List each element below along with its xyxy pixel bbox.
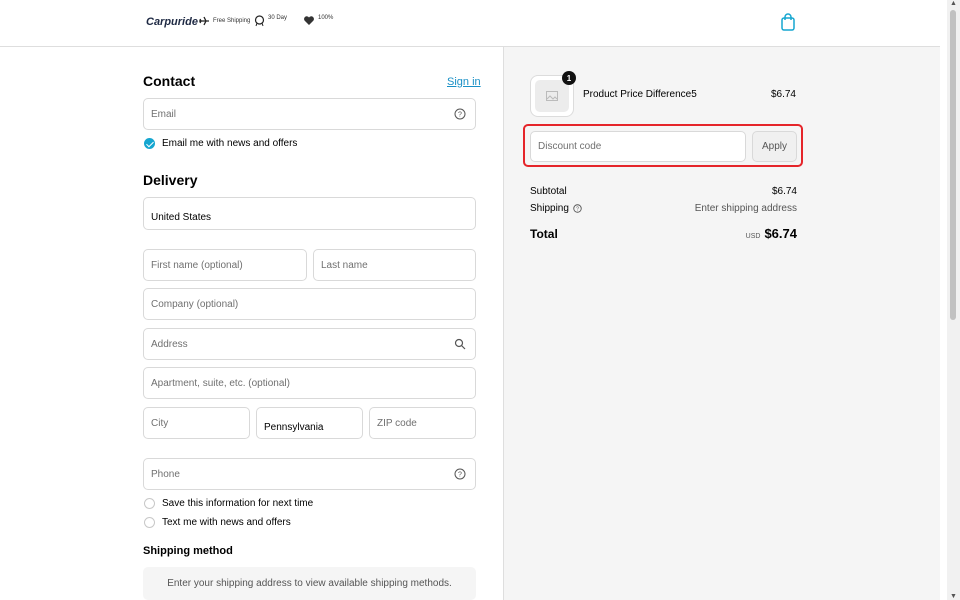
- quantity-badge: 1: [562, 71, 576, 85]
- city-field[interactable]: City: [143, 407, 250, 439]
- airplane-icon: [199, 16, 209, 26]
- shopping-bag-icon[interactable]: [780, 13, 796, 31]
- save-info-checkbox[interactable]: [144, 498, 155, 509]
- guarantee-badge: 100%: [303, 15, 333, 26]
- shipping-label-text: Shipping: [530, 203, 569, 214]
- save-info-label: Save this information for next time: [162, 498, 314, 509]
- heart-guarantee-icon: [304, 16, 314, 25]
- save-info-checkbox-row[interactable]: Save this information for next time: [144, 498, 313, 509]
- country-value: United States: [151, 212, 212, 223]
- thirty-day-return-icon: [254, 15, 265, 27]
- zip-placeholder: ZIP code: [377, 417, 417, 429]
- text-news-checkbox[interactable]: [144, 517, 155, 528]
- free-shipping-badge: Free Shipping: [198, 15, 250, 27]
- total-currency: USD: [745, 233, 761, 240]
- subtotal-label-text: Subtotal: [530, 186, 567, 197]
- contact-heading: Contact: [143, 73, 196, 89]
- news-offers-label: Email me with news and offers: [162, 138, 298, 149]
- news-offers-checkbox-row[interactable]: Email me with news and offers: [144, 138, 297, 149]
- free-shipping-text: Free Shipping: [213, 18, 251, 24]
- svg-text:?: ?: [458, 472, 462, 479]
- page-scrollbar[interactable]: ▲ ▼: [947, 0, 960, 600]
- country-select[interactable]: United States: [143, 197, 476, 230]
- shipping-label: Shipping ?: [530, 203, 582, 214]
- text-news-checkbox-row[interactable]: Text me with news and offers: [144, 517, 291, 528]
- help-circle-icon[interactable]: ?: [573, 204, 582, 213]
- phone-placeholder: Phone: [151, 468, 180, 480]
- help-circle-icon[interactable]: ?: [454, 108, 466, 120]
- brand-logo[interactable]: Carpuride: [146, 16, 198, 28]
- guarantee-text: 100%: [318, 14, 334, 21]
- discount-code-placeholder: Discount code: [538, 141, 602, 152]
- shipping-method-text: Enter your shipping address to view avai…: [167, 578, 452, 589]
- scroll-down-arrow-icon[interactable]: ▼: [949, 593, 958, 600]
- thirty-day-badge: 30 Day: [254, 15, 287, 27]
- phone-field[interactable]: Phone ?: [143, 458, 476, 490]
- first-name-placeholder: First name (optional): [151, 259, 243, 271]
- last-name-placeholder: Last name: [321, 259, 368, 271]
- sign-in-link[interactable]: Sign in: [447, 76, 481, 88]
- product-price: $6.74: [770, 89, 796, 100]
- company-field[interactable]: Company (optional): [143, 288, 476, 320]
- subtotal-label: Subtotal: [530, 186, 567, 197]
- shipping-method-message: Enter your shipping address to view avai…: [143, 567, 476, 600]
- company-placeholder: Company (optional): [151, 298, 239, 310]
- state-value: Pennsylvania: [264, 421, 324, 433]
- address-field[interactable]: Address: [143, 328, 476, 360]
- svg-text:?: ?: [576, 206, 579, 212]
- total-value-group: USD $6.74: [680, 226, 797, 241]
- image-icon: [546, 91, 558, 101]
- address-placeholder: Address: [151, 338, 188, 350]
- first-name-field[interactable]: First name (optional): [143, 249, 307, 281]
- apartment-placeholder: Apartment, suite, etc. (optional): [151, 377, 290, 389]
- thirty-day-text: 30 Day: [268, 15, 288, 21]
- state-select[interactable]: Pennsylvania: [256, 407, 363, 439]
- image-placeholder: [535, 80, 569, 112]
- delivery-heading: Delivery: [143, 172, 198, 188]
- subtotal-value: $6.74: [771, 186, 797, 197]
- text-news-label: Text me with news and offers: [162, 517, 291, 528]
- scroll-up-arrow-icon[interactable]: ▲: [949, 0, 958, 7]
- zip-field[interactable]: ZIP code: [369, 407, 476, 439]
- svg-text:?: ?: [458, 112, 462, 119]
- header: Carpuride Free Shipping 30 Day 100%: [0, 0, 940, 47]
- search-icon: [454, 338, 466, 350]
- product-name: Product Price Difference5: [583, 89, 697, 100]
- total-amount: $6.74: [764, 226, 797, 241]
- apartment-field[interactable]: Apartment, suite, etc. (optional): [143, 367, 476, 399]
- total-label: Total: [530, 227, 558, 241]
- apply-button[interactable]: Apply: [752, 131, 797, 162]
- last-name-field[interactable]: Last name: [313, 249, 476, 281]
- shipping-value: Enter shipping address: [694, 203, 797, 214]
- help-circle-icon[interactable]: ?: [454, 468, 466, 480]
- news-offers-checkbox[interactable]: [144, 138, 155, 149]
- city-placeholder: City: [151, 417, 169, 429]
- scrollbar-thumb[interactable]: [950, 10, 956, 320]
- discount-code-input[interactable]: Discount code: [530, 131, 746, 162]
- email-placeholder: Email: [151, 108, 177, 120]
- email-field[interactable]: Email ?: [143, 98, 476, 130]
- shipping-method-heading: Shipping method: [143, 545, 233, 557]
